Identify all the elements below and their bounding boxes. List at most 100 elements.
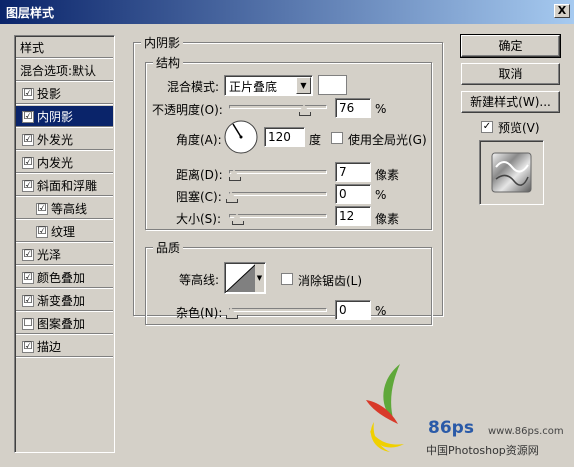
style-item-inner-glow[interactable]: ☑ 内发光: [16, 152, 113, 174]
blend-mode-value: 正片叠底: [229, 80, 278, 94]
angle-unit: 度: [309, 133, 322, 147]
style-item-label: 外发光: [37, 133, 74, 147]
contour-picker[interactable]: ▼: [224, 262, 266, 294]
opacity-unit: %: [375, 102, 387, 116]
style-item-label: 纹理: [51, 225, 76, 239]
style-list: 样式 混合选项:默认 ☑ 投影 ☑ 内阴影 ☑ 外发光 ☑ 内发光 ☑ 斜面和浮…: [14, 35, 115, 453]
style-item-label: 渐变叠加: [37, 294, 86, 308]
size-label: 大小(S):: [176, 212, 222, 226]
style-item-label: 图案叠加: [37, 317, 86, 331]
global-light-checkbox[interactable]: [331, 132, 343, 144]
style-item-label: 内阴影: [37, 110, 74, 124]
style-item-outer-glow[interactable]: ☑ 外发光: [16, 129, 113, 151]
style-item-bevel-emboss[interactable]: ☑ 斜面和浮雕: [16, 175, 113, 197]
style-item-stroke[interactable]: ☑ 描边: [16, 336, 113, 358]
antialias-label: 消除锯齿(L): [298, 274, 363, 288]
angle-input[interactable]: 120: [264, 127, 305, 147]
distance-input[interactable]: 7: [335, 162, 371, 182]
checkbox[interactable]: ☐: [22, 317, 34, 330]
checkbox[interactable]: ☑: [22, 248, 34, 261]
choke-label: 阻塞(C):: [176, 190, 222, 204]
cancel-button[interactable]: 取消: [461, 63, 560, 85]
chevron-down-icon[interactable]: ▼: [296, 77, 311, 94]
noise-slider[interactable]: [229, 308, 327, 312]
style-item-label: 光泽: [37, 248, 62, 262]
style-item-label: 等高线: [51, 202, 88, 216]
watermark-name: 中国Photoshop资源网: [426, 444, 539, 457]
style-item-label: 斜面和浮雕: [37, 179, 98, 193]
angle-dial[interactable]: [223, 119, 259, 155]
checkbox[interactable]: ☑: [22, 294, 34, 307]
contour-linear-icon: [226, 264, 256, 292]
checkbox[interactable]: ☑: [22, 156, 34, 169]
opacity-label: 不透明度(O):: [152, 103, 223, 117]
new-style-button[interactable]: 新建样式(W)...: [461, 91, 560, 113]
preview-thumbnail: [479, 140, 544, 205]
checkbox[interactable]: ☑: [22, 110, 34, 123]
style-item-label: 投影: [37, 87, 62, 101]
title-bar: 图层样式 X: [0, 0, 574, 24]
noise-slider-thumb[interactable]: [226, 307, 238, 319]
style-item-contour[interactable]: ☑ 等高线: [16, 198, 113, 220]
checkbox[interactable]: ☑: [22, 271, 34, 284]
checkbox[interactable]: ☑: [22, 87, 34, 100]
preview-checkbox[interactable]: ✓: [481, 121, 493, 133]
contour-label: 等高线:: [179, 273, 220, 287]
size-slider[interactable]: [229, 214, 327, 218]
style-item-color-overlay[interactable]: ☑ 颜色叠加: [16, 267, 113, 289]
distance-slider[interactable]: [229, 170, 327, 174]
ok-button[interactable]: 确定: [460, 34, 561, 58]
opacity-slider[interactable]: [229, 105, 327, 109]
checkbox[interactable]: ☑: [36, 202, 48, 215]
structure-title: 结构: [153, 54, 184, 71]
checkbox[interactable]: ☑: [22, 133, 34, 146]
style-item-pattern-overlay[interactable]: ☐ 图案叠加: [16, 313, 113, 335]
leaf-logo-icon: [366, 364, 404, 452]
style-item-inner-shadow[interactable]: ☑ 内阴影: [16, 106, 113, 128]
window-title: 图层样式: [6, 6, 55, 20]
shadow-color-swatch[interactable]: [318, 75, 347, 95]
checkbox[interactable]: ☑: [22, 179, 34, 192]
angle-dial-icon: [224, 120, 258, 154]
choke-slider[interactable]: [229, 192, 327, 196]
watermark-site: www.86ps.com: [488, 426, 564, 437]
distance-slider-thumb[interactable]: [229, 169, 241, 181]
choke-input[interactable]: 0: [335, 184, 371, 204]
size-input[interactable]: 12: [335, 206, 371, 226]
blend-mode-select[interactable]: 正片叠底 ▼: [224, 75, 313, 96]
noise-unit: %: [375, 304, 387, 318]
checkbox[interactable]: ☑: [22, 340, 34, 353]
style-item-drop-shadow[interactable]: ☑ 投影: [16, 83, 113, 105]
watermark-logo: [360, 360, 440, 455]
size-slider-thumb[interactable]: [232, 213, 244, 225]
choke-unit: %: [375, 188, 387, 202]
close-button[interactable]: X: [554, 4, 570, 18]
style-item-label: 内发光: [37, 156, 74, 170]
angle-label: 角度(A):: [176, 133, 222, 147]
noise-input[interactable]: 0: [335, 300, 371, 320]
style-item-satin[interactable]: ☑ 光泽: [16, 244, 113, 266]
style-item-gradient-overlay[interactable]: ☑ 渐变叠加: [16, 290, 113, 312]
blend-mode-label: 混合模式:: [167, 80, 220, 94]
distance-unit: 像素: [375, 168, 400, 182]
watermark-logo-text: 86ps: [428, 418, 474, 438]
preview-swatch-image: [491, 152, 532, 193]
style-list-header[interactable]: 样式: [16, 37, 113, 59]
distance-label: 距离(D):: [176, 168, 223, 182]
inner-shadow-title: 内阴影: [141, 34, 184, 51]
style-item-texture[interactable]: ☑ 纹理: [16, 221, 113, 243]
quality-title: 品质: [153, 239, 184, 256]
global-light-label: 使用全局光(G): [348, 133, 427, 147]
choke-slider-thumb[interactable]: [226, 191, 238, 203]
opacity-input[interactable]: 76: [335, 98, 371, 118]
opacity-slider-thumb[interactable]: [299, 104, 311, 116]
size-unit: 像素: [375, 212, 400, 226]
checkbox[interactable]: ☑: [36, 225, 48, 238]
chevron-down-icon[interactable]: ▼: [255, 264, 264, 292]
noise-label: 杂色(N):: [176, 306, 223, 320]
blend-options-item[interactable]: 混合选项:默认: [16, 60, 113, 82]
style-item-label: 颜色叠加: [37, 271, 86, 285]
preview-label: 预览(V): [498, 121, 540, 135]
style-item-label: 描边: [37, 340, 62, 354]
antialias-checkbox[interactable]: [281, 273, 293, 285]
